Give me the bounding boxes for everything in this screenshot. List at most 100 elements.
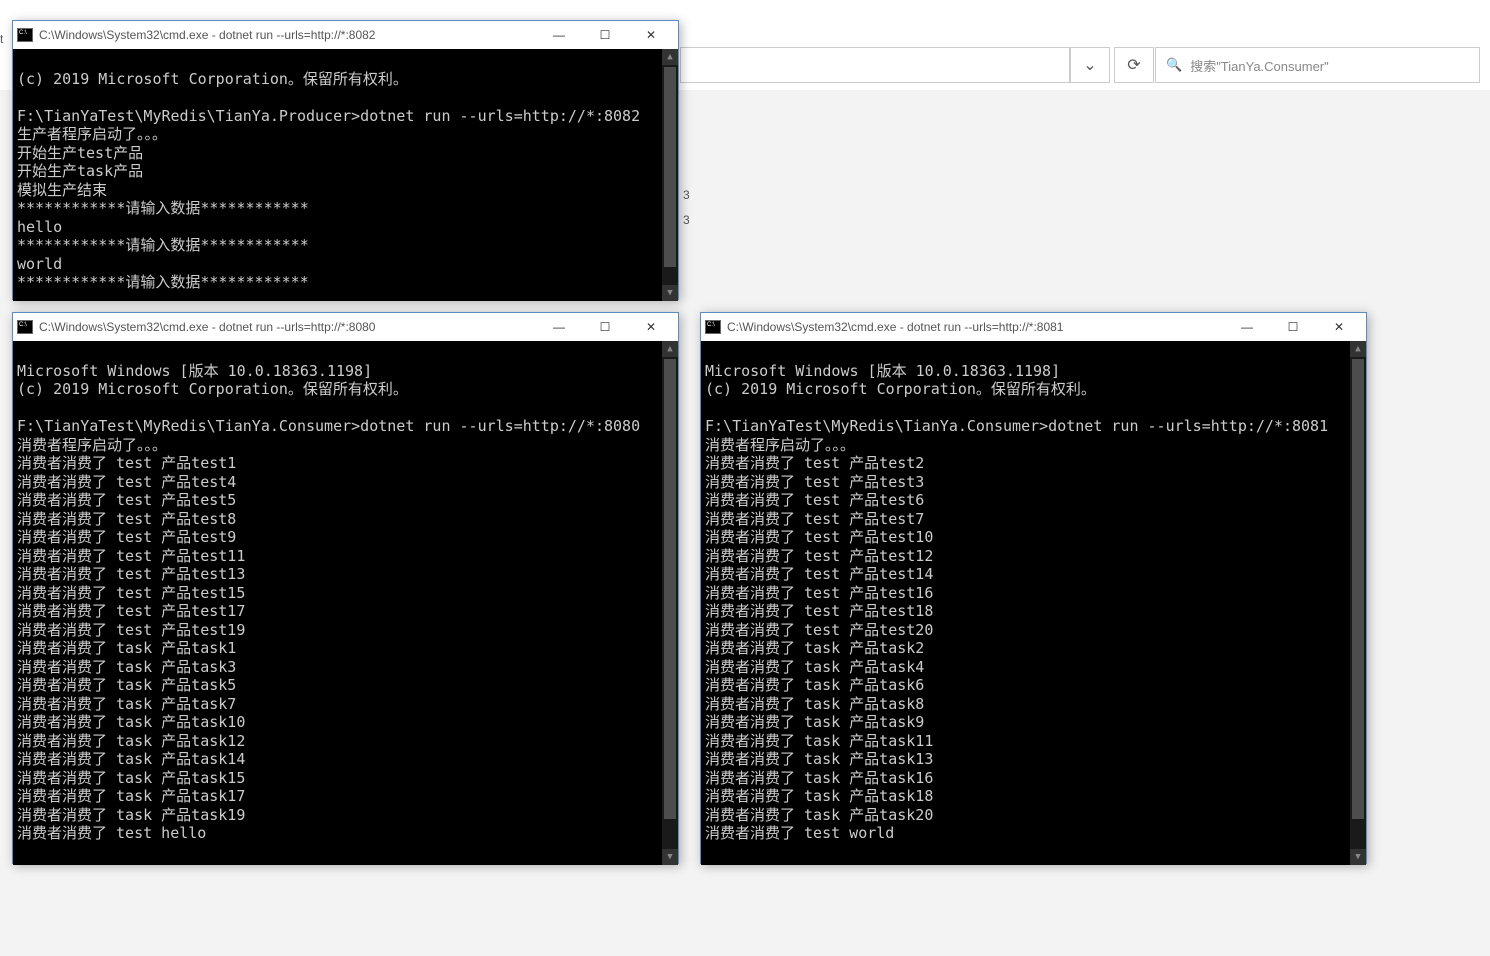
window-title: C:\Windows\System32\cmd.exe - dotnet run… bbox=[727, 320, 1224, 334]
close-button[interactable]: ✕ bbox=[628, 21, 674, 49]
console-line: (c) 2019 Microsoft Corporation。保留所有权利。 bbox=[17, 70, 408, 88]
console-line: 消费者消费了 test 产品test9 bbox=[17, 528, 236, 546]
console-line: 消费者消费了 test 产品test7 bbox=[705, 510, 924, 528]
window-title: C:\Windows\System32\cmd.exe - dotnet run… bbox=[39, 28, 536, 42]
console-line: 消费者消费了 task 产品task2 bbox=[705, 639, 924, 657]
scroll-up-button[interactable]: ▲ bbox=[662, 49, 678, 65]
address-dropdown-button[interactable]: ⌄ bbox=[1070, 47, 1110, 83]
console-line: 消费者消费了 test 产品test10 bbox=[705, 528, 933, 546]
console-line: 消费者消费了 task 产品task10 bbox=[17, 713, 245, 731]
console-line: 消费者消费了 task 产品task3 bbox=[17, 658, 236, 676]
bg-item: 3 bbox=[683, 188, 690, 202]
console-line: 消费者消费了 test 产品test14 bbox=[705, 565, 933, 583]
console-line: hello bbox=[17, 218, 62, 236]
console-line: 消费者消费了 task 产品task6 bbox=[705, 676, 924, 694]
console-line: 消费者消费了 task 产品task20 bbox=[705, 806, 933, 824]
maximize-button[interactable]: ☐ bbox=[582, 313, 628, 341]
scrollbar[interactable]: ▲ ▼ bbox=[662, 49, 678, 301]
console-line: 消费者消费了 task 产品task7 bbox=[17, 695, 236, 713]
console-line: 消费者消费了 test 产品test12 bbox=[705, 547, 933, 565]
minimize-button[interactable]: — bbox=[536, 313, 582, 341]
console-line: F:\TianYaTest\MyRedis\TianYa.Consumer>do… bbox=[17, 417, 640, 435]
console-line: 消费者消费了 test world bbox=[705, 824, 894, 842]
console-line: 消费者消费了 test 产品test5 bbox=[17, 491, 236, 509]
console-line: ************请输入数据************ bbox=[17, 199, 309, 217]
console-line: 消费者程序启动了。。。 bbox=[705, 436, 855, 454]
cmd-window-producer[interactable]: C:\Windows\System32\cmd.exe - dotnet run… bbox=[12, 20, 679, 300]
console-line: 消费者消费了 task 产品task15 bbox=[17, 769, 245, 787]
console-line: Microsoft Windows [版本 10.0.18363.1198] bbox=[705, 362, 1060, 380]
console-line: 消费者消费了 task 产品task12 bbox=[17, 732, 245, 750]
search-icon: 🔍 bbox=[1166, 57, 1182, 73]
scroll-down-button[interactable]: ▼ bbox=[662, 849, 678, 865]
console-line: 开始生产test产品 bbox=[17, 144, 143, 162]
console-line: 消费者消费了 task 产品task19 bbox=[17, 806, 245, 824]
console-line: 消费者消费了 test 产品test15 bbox=[17, 584, 245, 602]
cmd-icon bbox=[17, 320, 33, 334]
console-output[interactable]: (c) 2019 Microsoft Corporation。保留所有权利。 F… bbox=[13, 49, 678, 301]
console-line: 开始生产task产品 bbox=[17, 162, 143, 180]
scrollbar[interactable]: ▲ ▼ bbox=[662, 341, 678, 865]
chevron-down-icon: ⌄ bbox=[1083, 55, 1096, 75]
scroll-up-button[interactable]: ▲ bbox=[1350, 341, 1366, 357]
console-line: 生产者程序启动了。。。 bbox=[17, 125, 167, 143]
minimize-button[interactable]: — bbox=[536, 21, 582, 49]
scrollbar[interactable]: ▲ ▼ bbox=[1350, 341, 1366, 865]
console-line: 消费者消费了 task 产品task18 bbox=[705, 787, 933, 805]
bg-item: 3 bbox=[683, 213, 690, 227]
console-line: 消费者消费了 test 产品test4 bbox=[17, 473, 236, 491]
console-output[interactable]: Microsoft Windows [版本 10.0.18363.1198] (… bbox=[13, 341, 678, 865]
titlebar[interactable]: C:\Windows\System32\cmd.exe - dotnet run… bbox=[701, 313, 1366, 341]
console-line: 消费者程序启动了。。。 bbox=[17, 436, 167, 454]
partial-char: t bbox=[0, 32, 3, 46]
console-line: 消费者消费了 test 产品test6 bbox=[705, 491, 924, 509]
console-line: 消费者消费了 test 产品test19 bbox=[17, 621, 245, 639]
scroll-up-button[interactable]: ▲ bbox=[662, 341, 678, 357]
console-line: F:\TianYaTest\MyRedis\TianYa.Consumer>do… bbox=[705, 417, 1328, 435]
scrollbar-thumb[interactable] bbox=[664, 359, 676, 819]
console-line: ************请输入数据************ bbox=[17, 236, 309, 254]
console-line: 消费者消费了 test 产品test18 bbox=[705, 602, 933, 620]
window-title: C:\Windows\System32\cmd.exe - dotnet run… bbox=[39, 320, 536, 334]
console-line: 模拟生产结束 bbox=[17, 181, 107, 199]
scroll-down-button[interactable]: ▼ bbox=[1350, 849, 1366, 865]
cmd-window-consumer-8080[interactable]: C:\Windows\System32\cmd.exe - dotnet run… bbox=[12, 312, 679, 864]
console-line: 消费者消费了 task 产品task4 bbox=[705, 658, 924, 676]
close-button[interactable]: ✕ bbox=[1316, 313, 1362, 341]
scrollbar-thumb[interactable] bbox=[664, 67, 676, 267]
console-output[interactable]: Microsoft Windows [版本 10.0.18363.1198] (… bbox=[701, 341, 1366, 865]
cmd-icon bbox=[705, 320, 721, 334]
console-line: (c) 2019 Microsoft Corporation。保留所有权利。 bbox=[705, 380, 1096, 398]
console-line: 消费者消费了 test 产品test2 bbox=[705, 454, 924, 472]
scroll-down-button[interactable]: ▼ bbox=[662, 285, 678, 301]
cmd-icon bbox=[17, 28, 33, 42]
address-bar[interactable] bbox=[680, 47, 1070, 83]
console-line: 消费者消费了 test 产品test8 bbox=[17, 510, 236, 528]
console-line: world bbox=[17, 255, 62, 273]
minimize-button[interactable]: — bbox=[1224, 313, 1270, 341]
console-line: 消费者消费了 task 产品task9 bbox=[705, 713, 924, 731]
console-line: 消费者消费了 task 产品task17 bbox=[17, 787, 245, 805]
console-line: 消费者消费了 test 产品test17 bbox=[17, 602, 245, 620]
search-input[interactable]: 🔍 搜索"TianYa.Consumer" bbox=[1155, 47, 1480, 83]
console-line: Microsoft Windows [版本 10.0.18363.1198] bbox=[17, 362, 372, 380]
maximize-button[interactable]: ☐ bbox=[1270, 313, 1316, 341]
refresh-icon: ⟳ bbox=[1127, 55, 1140, 75]
console-line: 消费者消费了 test 产品test13 bbox=[17, 565, 245, 583]
console-line: 消费者消费了 task 产品task14 bbox=[17, 750, 245, 768]
console-line: ************请输入数据************ bbox=[17, 273, 309, 291]
console-line: 消费者消费了 task 产品task8 bbox=[705, 695, 924, 713]
console-line: (c) 2019 Microsoft Corporation。保留所有权利。 bbox=[17, 380, 408, 398]
titlebar[interactable]: C:\Windows\System32\cmd.exe - dotnet run… bbox=[13, 21, 678, 49]
cmd-window-consumer-8081[interactable]: C:\Windows\System32\cmd.exe - dotnet run… bbox=[700, 312, 1367, 864]
console-line: 消费者消费了 task 产品task11 bbox=[705, 732, 933, 750]
scrollbar-thumb[interactable] bbox=[1352, 359, 1364, 819]
titlebar[interactable]: C:\Windows\System32\cmd.exe - dotnet run… bbox=[13, 313, 678, 341]
console-line: 消费者消费了 test hello bbox=[17, 824, 206, 842]
console-line: 消费者消费了 task 产品task16 bbox=[705, 769, 933, 787]
console-line: 消费者消费了 test 产品test16 bbox=[705, 584, 933, 602]
console-line: F:\TianYaTest\MyRedis\TianYa.Producer>do… bbox=[17, 107, 640, 125]
close-button[interactable]: ✕ bbox=[628, 313, 674, 341]
refresh-button[interactable]: ⟳ bbox=[1114, 47, 1154, 83]
maximize-button[interactable]: ☐ bbox=[582, 21, 628, 49]
